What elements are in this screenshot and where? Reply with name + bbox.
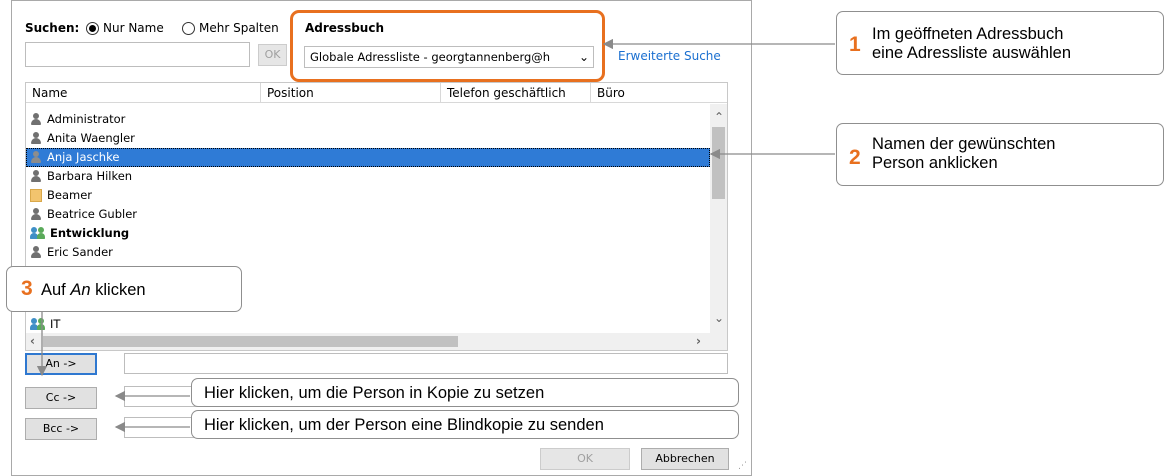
list-item[interactable]: Eric Sander (26, 243, 710, 262)
column-header-position[interactable]: Position (261, 83, 441, 103)
column-header-phone[interactable]: Telefon geschäftlich (441, 83, 591, 103)
group-icon (30, 227, 46, 240)
radio-mehr-spalten[interactable] (182, 22, 195, 35)
scroll-down-icon[interactable]: ⌄ (714, 312, 724, 324)
list-item[interactable]: Administrator (26, 110, 710, 129)
callout-1-line1: Im geöffneten Adressbuch (872, 25, 1064, 43)
person-icon (30, 132, 42, 145)
list-item[interactable]: Entwicklung (26, 224, 710, 243)
person-icon (30, 151, 42, 164)
bcc-button[interactable]: Bcc -> (25, 418, 97, 440)
list-item[interactable]: Beamer (26, 186, 710, 205)
scroll-left-icon[interactable]: ‹ (30, 335, 35, 347)
callout-2-number: 2 (849, 146, 861, 169)
list-item[interactable]: Barbara Hilken (26, 167, 710, 186)
list-header: Name Position Telefon geschäftlich Büro (26, 83, 727, 103)
column-header-office[interactable]: Büro (591, 83, 727, 103)
callout-2: 2 Namen der gewünschten Person anklicken (836, 123, 1164, 186)
callout-bcc-text: Hier klicken, um der Person eine Blindko… (204, 416, 604, 434)
to-button[interactable]: An -> (25, 353, 97, 375)
person-icon (30, 208, 42, 221)
search-input[interactable] (25, 42, 250, 67)
radio-mehr-spalten-label[interactable]: Mehr Spalten (199, 21, 279, 35)
callout-2-line1: Namen der gewünschten (872, 135, 1056, 153)
callout-cc: Hier klicken, um die Person in Kopie zu … (191, 378, 739, 407)
callout-1-line2: eine Adressliste auswählen (872, 44, 1072, 62)
cc-button[interactable]: Cc -> (25, 387, 97, 409)
group-icon (30, 318, 46, 331)
list-item[interactable]: IT (26, 315, 710, 334)
scroll-up-icon[interactable]: ⌃ (714, 111, 724, 123)
list-item[interactable]: Beatrice Gubler (26, 205, 710, 224)
to-field[interactable] (124, 353, 728, 374)
callout-2-line2: Person anklicken (872, 154, 998, 172)
resize-grip-icon[interactable]: ⋰ (738, 461, 747, 471)
callout-bcc: Hier klicken, um der Person eine Blindko… (191, 410, 739, 439)
scroll-corner (710, 333, 727, 350)
advanced-search-link[interactable]: Erweiterte Suche (618, 49, 721, 63)
radio-nur-name-label[interactable]: Nur Name (103, 21, 164, 35)
list-item[interactable]: Anita Waengler (26, 129, 710, 148)
column-header-name[interactable]: Name (26, 83, 261, 103)
addressbook-highlight (290, 10, 605, 82)
callout-3-number: 3 (21, 277, 33, 300)
callout-1-number: 1 (849, 33, 861, 56)
cancel-button[interactable]: Abbrechen (641, 448, 729, 470)
search-label: Suchen: (25, 21, 80, 35)
callout-1: 1 Im geöffneten Adressbuch eine Adressli… (836, 11, 1164, 75)
callout-cc-text: Hier klicken, um die Person in Kopie zu … (204, 384, 545, 402)
person-icon (30, 170, 42, 183)
callout-3-text: Auf An klicken (41, 281, 146, 299)
scroll-right-icon[interactable]: › (696, 335, 701, 347)
person-icon (30, 246, 42, 259)
horizontal-scrollbar[interactable]: ‹ › (26, 333, 710, 350)
horizontal-scroll-thumb[interactable] (43, 336, 458, 347)
ok-button[interactable]: OK (540, 448, 630, 470)
person-icon (30, 113, 42, 126)
radio-nur-name[interactable] (86, 22, 99, 35)
search-ok-button[interactable]: OK (258, 44, 287, 66)
list-item-selected[interactable]: Anja Jaschke (26, 148, 710, 167)
callout-3: 3 Auf An klicken (6, 266, 242, 312)
vertical-scrollbar[interactable]: ⌃ ⌄ (710, 104, 727, 334)
vertical-scroll-thumb[interactable] (712, 127, 725, 199)
room-icon (30, 189, 42, 202)
